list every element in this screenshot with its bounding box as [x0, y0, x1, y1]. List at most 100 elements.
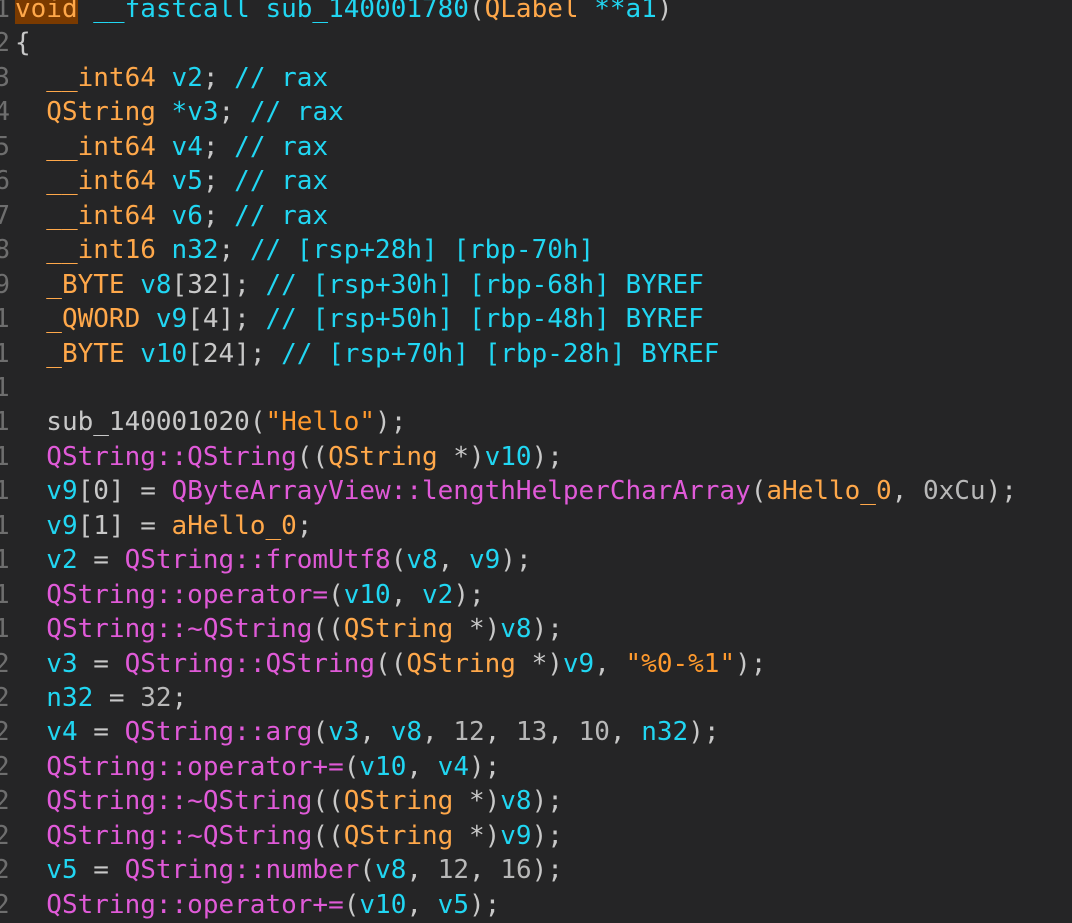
line-number: 27	[0, 889, 10, 920]
code-line[interactable]: 13 sub_140001020("Hello");	[0, 405, 1072, 439]
code-token: v9	[468, 545, 501, 576]
line-number: 12	[0, 372, 10, 403]
code-token: v9	[562, 648, 595, 679]
code-token: ,	[406, 855, 438, 886]
code-text[interactable]: __int16 n32; // [rsp+28h] [rbp-70h]	[15, 233, 594, 267]
code-token: QString::operator+=	[15, 889, 344, 920]
code-text[interactable]: void __fastcall sub_140001780(QLabel **a…	[15, 0, 672, 26]
code-text[interactable]: v5 = QString::number(v8, 12, 16);	[15, 853, 563, 887]
code-text[interactable]: sub_140001020("Hello");	[15, 405, 406, 439]
code-text[interactable]: v9[1] = aHello_0;	[15, 509, 312, 543]
code-line[interactable]: 27 QString::operator+=(v10, v5);	[0, 888, 1072, 922]
code-line[interactable]: 7 __int64 v6; // rax	[0, 199, 1072, 233]
code-line[interactable]: 19 QString::~QString((QString *)v8);	[0, 612, 1072, 646]
code-token: ((	[312, 614, 344, 645]
code-token: v8	[406, 545, 438, 576]
code-token: );	[531, 820, 563, 851]
code-token: ;	[202, 166, 235, 197]
code-token: =	[77, 545, 125, 576]
code-token: *)	[453, 786, 501, 817]
code-text[interactable]: QString::~QString((QString *)v8);	[15, 784, 563, 818]
code-text[interactable]: QString *v3; // rax	[15, 95, 343, 129]
code-line[interactable]: 16 v9[1] = aHello_0;	[0, 509, 1072, 543]
code-text[interactable]: v3 = QString::QString((QString *)v9, "%0…	[15, 647, 766, 681]
code-line[interactable]: 10 _QWORD v9[4]; // [rsp+50h] [rbp-48h] …	[0, 302, 1072, 336]
code-token: ;	[171, 683, 188, 713]
code-token: QString::fromUtf8	[124, 545, 391, 576]
code-token: v8	[390, 717, 423, 748]
code-text[interactable]: __int64 v6; // rax	[15, 199, 328, 233]
code-line[interactable]: 6 __int64 v5; // rax	[0, 164, 1072, 198]
code-line[interactable]: 26 v5 = QString::number(v8, 12, 16);	[0, 853, 1072, 887]
code-text[interactable]: _QWORD v9[4]; // [rsp+50h] [rbp-48h] BYR…	[15, 302, 703, 336]
code-text[interactable]: QString::operator+=(v10, v5);	[15, 888, 500, 922]
code-token: QString	[343, 614, 454, 645]
code-editor[interactable]: 1 void __fastcall sub_140001780(QLabel **…	[0, 0, 1072, 923]
code-token: ,	[469, 855, 501, 886]
code-text[interactable]: n32 = 32;	[15, 681, 187, 715]
code-token: QByteArrayView::lengthHelperCharArray	[171, 476, 751, 507]
code-text[interactable]: QString::QString((QString *)v10);	[15, 440, 563, 474]
code-text[interactable]: __int64 v4; // rax	[15, 130, 328, 164]
code-line[interactable]: 5 __int64 v4; // rax	[0, 130, 1072, 164]
code-text[interactable]: v4 = QString::arg(v3, v8, 12, 13, 10, n3…	[15, 715, 719, 749]
code-token: n32	[15, 683, 94, 713]
line-number: 6	[0, 166, 10, 197]
code-line[interactable]: 18 QString::operator=(v10, v2);	[0, 578, 1072, 612]
line-number: 25	[0, 820, 10, 851]
code-line[interactable]: 4 QString *v3; // rax	[0, 95, 1072, 129]
code-line[interactable]: 21 n32 = 32;	[0, 681, 1072, 715]
code-text[interactable]: QString::~QString((QString *)v9);	[15, 819, 563, 853]
code-line[interactable]: 12	[0, 371, 1072, 405]
code-line[interactable]: 22 v4 = QString::arg(v3, v8, 12, 13, 10,…	[0, 715, 1072, 749]
code-token: v5	[437, 889, 469, 920]
code-text[interactable]: _BYTE v10[24]; // [rsp+70h] [rbp-28h] BY…	[15, 337, 719, 371]
code-token: __int64	[15, 62, 172, 93]
code-token: // [rsp+30h] [rbp-68h] BYREF	[265, 269, 704, 300]
code-token: **a1	[578, 0, 657, 24]
code-token: QString	[343, 786, 454, 817]
code-token: =	[77, 648, 125, 679]
code-token: QString::operator=	[15, 579, 329, 610]
code-text[interactable]: __int64 v5; // rax	[15, 164, 328, 198]
code-line[interactable]: 14 QString::QString((QString *)v10);	[0, 440, 1072, 474]
code-text[interactable]: {	[15, 26, 31, 60]
code-line[interactable]: 23 QString::operator+=(v10, v4);	[0, 750, 1072, 784]
code-text[interactable]: __int64 v2; // rax	[15, 61, 328, 95]
code-text[interactable]: v2 = QString::fromUtf8(v8, v9);	[15, 543, 531, 577]
code-line[interactable]: 24 QString::~QString((QString *)v8);	[0, 784, 1072, 818]
code-token: v5	[171, 166, 203, 197]
code-token: // rax	[234, 62, 329, 93]
code-line[interactable]: 25 QString::~QString((QString *)v9);	[0, 819, 1072, 853]
code-line[interactable]: 1 void __fastcall sub_140001780(QLabel **…	[0, 0, 1072, 26]
code-line[interactable]: 9 _BYTE v8[32]; // [rsp+30h] [rbp-68h] B…	[0, 268, 1072, 302]
code-line[interactable]: 20 v3 = QString::QString((QString *)v9, …	[0, 647, 1072, 681]
code-text[interactable]: QString::~QString((QString *)v8);	[15, 612, 563, 646]
code-line[interactable]: 17 v2 = QString::fromUtf8(v8, v9);	[0, 543, 1072, 577]
code-token: ((	[312, 820, 344, 851]
code-line[interactable]: 15 v9[0] = QByteArrayView::lengthHelperC…	[0, 474, 1072, 508]
code-line[interactable]: 3 __int64 v2; // rax	[0, 61, 1072, 95]
code-line[interactable]: 8 __int16 n32; // [rsp+28h] [rbp-70h]	[0, 233, 1072, 267]
code-token: ,	[359, 717, 391, 748]
code-token: ;	[202, 131, 235, 162]
code-token: QString::~QString	[15, 820, 313, 851]
code-token: QString::~QString	[15, 786, 313, 817]
code-token: [4]	[187, 304, 235, 335]
code-text[interactable]: v9[0] = QByteArrayView::lengthHelperChar…	[15, 474, 1017, 508]
line-number: 8	[0, 235, 10, 266]
code-text[interactable]: QString::operator=(v10, v2);	[15, 578, 484, 612]
code-token: );	[531, 614, 563, 645]
code-text[interactable]: _BYTE v8[32]; // [rsp+30h] [rbp-68h] BYR…	[15, 268, 704, 302]
code-token: ;	[202, 200, 235, 231]
code-token: v9	[500, 820, 532, 851]
code-token: __int16	[15, 235, 172, 266]
code-text[interactable]: QString::operator+=(v10, v4);	[15, 750, 500, 784]
code-line[interactable]: 11 _BYTE v10[24]; // [rsp+70h] [rbp-28h]…	[0, 337, 1072, 371]
code-line[interactable]: 2{	[0, 26, 1072, 60]
code-token: ;	[218, 97, 250, 128]
code-token: // rax	[234, 166, 329, 197]
code-token: _BYTE	[15, 338, 141, 369]
code-token: )	[656, 0, 673, 24]
code-token: v4	[171, 131, 203, 162]
